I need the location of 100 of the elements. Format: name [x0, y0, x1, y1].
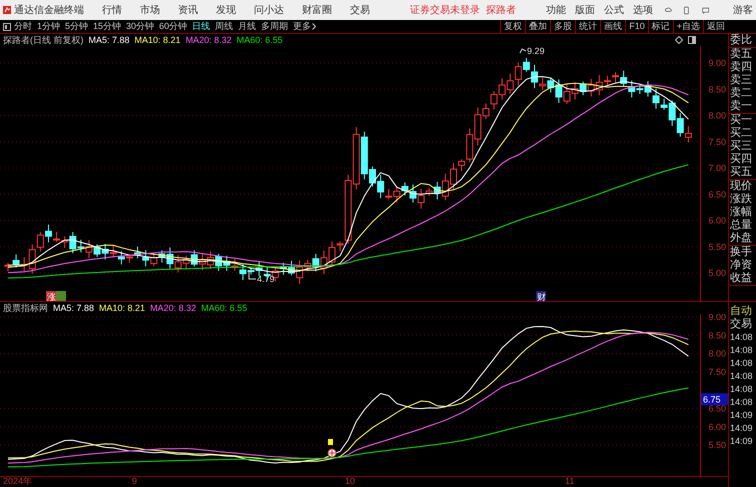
- axis-label: 8.00: [708, 348, 726, 359]
- quote-label: 收益: [730, 272, 753, 285]
- ma-legend: MA5: 7.88: [88, 34, 130, 46]
- toolbar-button[interactable]: 统计: [575, 20, 600, 33]
- axis-label: 6.00: [708, 216, 726, 226]
- trade-time: 14:09: [730, 409, 754, 422]
- trade-time: 14:08: [730, 331, 754, 344]
- period-tab[interactable]: 60分钟: [159, 20, 188, 33]
- cursor-value-tag: 6.75: [701, 393, 728, 406]
- menu-item[interactable]: 功能: [546, 2, 566, 18]
- axis-label: 7.50: [708, 136, 726, 147]
- menu-item[interactable]: 公式: [604, 2, 624, 18]
- menu-item[interactable]: 行情: [102, 2, 122, 18]
- trade-time: 14:08: [730, 383, 754, 396]
- menu-item[interactable]: 交易: [350, 2, 370, 18]
- panel-toggle-icon[interactable]: [3, 22, 11, 30]
- axis-label: 9: [132, 477, 138, 486]
- axis-label: 6.00: [708, 422, 726, 432]
- toolbar-button[interactable]: 多股: [550, 20, 576, 33]
- toolbar-button[interactable]: 画线: [600, 20, 626, 33]
- trade-time: 14:08: [730, 396, 754, 409]
- ma-legend: MA20: 8.32: [150, 302, 196, 314]
- quote-label: 卖一: [730, 100, 753, 113]
- period-tab[interactable]: 5分钟: [65, 20, 88, 33]
- quote-label: 买四: [730, 153, 753, 166]
- toolbar-button[interactable]: +自选: [672, 20, 703, 33]
- period-tab[interactable]: 月线: [238, 20, 256, 33]
- trade-time: 14:08: [730, 357, 754, 370]
- menu-item[interactable]: 问小达: [254, 2, 284, 18]
- ma-legend: MA10: 8.21: [99, 302, 146, 314]
- period-tab[interactable]: 周线: [215, 20, 234, 33]
- crosshair-circle-icon: [328, 448, 336, 458]
- trade-label: 交易: [730, 318, 753, 331]
- quote-label: 委比: [730, 34, 753, 47]
- mode-label[interactable]: 自动: [730, 305, 756, 318]
- period-tab[interactable]: 15分钟: [93, 20, 122, 33]
- ma-legend: MA5: 7.88: [53, 302, 94, 314]
- toolbar-button[interactable]: F10: [625, 20, 648, 33]
- quote-label: 买一: [730, 114, 753, 127]
- chart-title: 股票指标网: [3, 302, 48, 314]
- event-badge: 财: [536, 291, 546, 301]
- quote-label: 卖三: [730, 74, 753, 87]
- menu-item[interactable]: 资讯: [178, 2, 198, 18]
- quote-label: 买二: [730, 127, 753, 140]
- quote-label: 总量: [730, 219, 753, 232]
- ma-legend: MA10: 8.21: [134, 34, 181, 46]
- toolbar-button[interactable]: 叠加: [525, 20, 550, 33]
- menu-item[interactable]: 选项: [633, 2, 654, 18]
- menu-item[interactable]: 市场: [140, 2, 160, 18]
- axis-label: 5.00: [708, 268, 726, 278]
- quote-label: 涨跌: [730, 193, 753, 206]
- period-tab[interactable]: 多周期: [261, 20, 288, 33]
- message-icon[interactable]: [702, 6, 709, 14]
- ma-legend: MA60: 6.55: [236, 34, 283, 46]
- menu-item[interactable]: 财富圈: [302, 2, 332, 18]
- chevron-right-icon[interactable]: [312, 23, 316, 30]
- quote-label: 买五: [730, 166, 753, 179]
- app-title: 通达信金融终端: [14, 4, 84, 18]
- quote-label: 卖二: [730, 87, 753, 100]
- trade-time: 14:08: [730, 370, 754, 383]
- quote-label: 现价: [730, 180, 753, 193]
- axis-label: 2024年: [3, 477, 32, 486]
- panel-toggle-icon[interactable]: [688, 36, 696, 44]
- phone-icon[interactable]: [684, 4, 689, 16]
- axis-label: 5.50: [708, 440, 726, 450]
- period-tab[interactable]: 日线: [192, 20, 210, 33]
- quote-label: 卖四: [730, 61, 753, 74]
- axis-label: 6.50: [708, 189, 726, 200]
- axis-label: 9.00: [708, 314, 726, 322]
- axis-label: 7.00: [708, 163, 726, 173]
- diamond-icon[interactable]: [675, 36, 683, 44]
- quote-label: 换手: [730, 246, 753, 259]
- axis-label: 6.50: [708, 404, 726, 414]
- guest-label[interactable]: 游客: [732, 2, 753, 18]
- trade-time: 14:08: [730, 344, 754, 357]
- menu-item[interactable]: 发现: [216, 2, 236, 18]
- axis-label: 8.50: [708, 330, 726, 340]
- login-notice[interactable]: 证券交易未登录: [410, 2, 480, 18]
- trade-time: 14:09: [730, 435, 754, 448]
- toolbar-button[interactable]: 标记: [648, 20, 673, 33]
- quote-label: 买三: [730, 140, 753, 153]
- axis-label: 8.00: [708, 110, 726, 120]
- period-tab[interactable]: 30分钟: [126, 20, 154, 33]
- chart-title: 探路者(日线 前复权): [3, 34, 84, 46]
- toolbar-button[interactable]: 复权: [500, 20, 526, 33]
- quote-label: 卖五: [730, 48, 753, 61]
- quote-label: 净资: [730, 259, 753, 272]
- period-tab[interactable]: 分时: [14, 20, 32, 33]
- axis-label: 10: [345, 477, 356, 486]
- ma-legend: MA60: 6.55: [201, 302, 248, 314]
- period-tab[interactable]: 1分钟: [37, 20, 60, 33]
- period-tab[interactable]: 更多: [293, 20, 312, 33]
- quote-label: 外盘: [730, 232, 753, 245]
- quote-label: 涨幅: [730, 206, 753, 219]
- ma-legend: MA20: 8.32: [186, 34, 232, 46]
- signal-marker: [328, 439, 333, 445]
- user-label: 探路者: [486, 4, 516, 18]
- menu-item[interactable]: 版面: [575, 2, 596, 18]
- toolbar-button[interactable]: 返回: [703, 20, 728, 33]
- axis-label: 5.50: [708, 242, 726, 252]
